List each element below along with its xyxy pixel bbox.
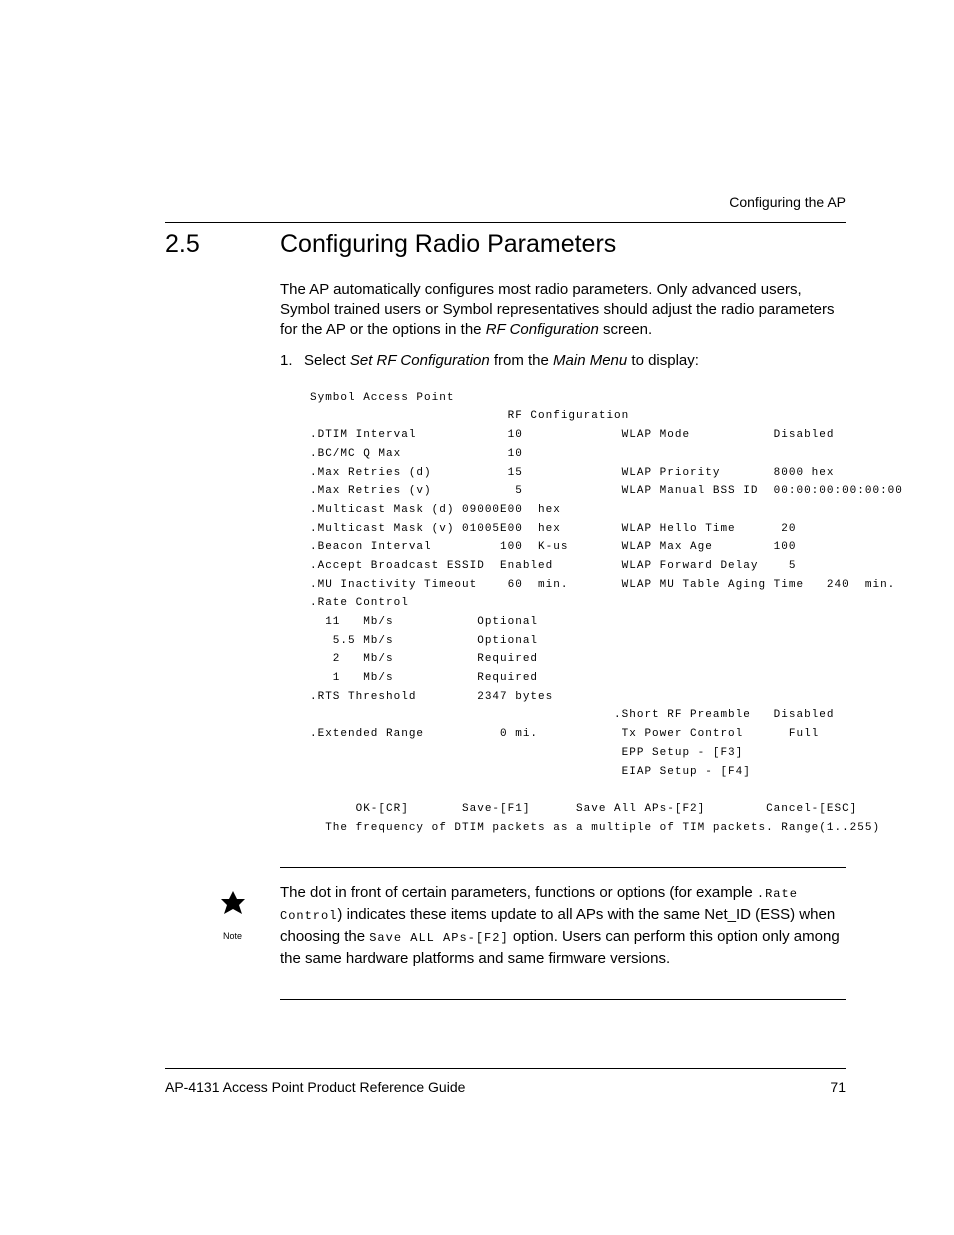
screen-line: .Multicast Mask (d) 09000E00 hex	[310, 504, 561, 516]
note-text: The dot in front of certain parameters, …	[280, 882, 846, 969]
step-1: 1.Select Set RF Configuration from the M…	[280, 351, 846, 371]
note-label: Note	[185, 931, 280, 941]
note-text-a: The dot in front of certain parameters, …	[280, 884, 757, 901]
step-em-1: Set RF Configuration	[350, 352, 490, 369]
screen-line: EPP Setup - [F3]	[310, 747, 743, 759]
screen-line: .Rate Control	[310, 597, 409, 609]
step-text-b: from the	[490, 352, 553, 369]
screen-line: .Extended Range 0 mi. Tx Power Control F…	[310, 728, 819, 740]
page: Configuring the AP 2.5Configuring Radio …	[0, 0, 954, 1235]
note-top-rule	[280, 867, 846, 868]
section-title: Configuring Radio Parameters	[280, 230, 616, 258]
screen-line: OK-[CR] Save-[F1] Save All APs-[F2] Canc…	[310, 803, 857, 815]
section-heading: 2.5Configuring Radio Parameters	[165, 230, 846, 259]
step-text-a: Select	[304, 352, 350, 369]
header-rule	[165, 222, 846, 223]
screen-line: Symbol Access Point	[310, 392, 454, 404]
page-number: 71	[830, 1079, 846, 1095]
screen-line: .RTS Threshold 2347 bytes	[310, 691, 553, 703]
page-footer: AP-4131 Access Point Product Reference G…	[165, 1068, 846, 1095]
screen-line: .DTIM Interval 10 WLAP Mode Disabled	[310, 429, 834, 441]
screen-line: .Multicast Mask (v) 01005E00 hex WLAP He…	[310, 523, 796, 535]
note-mono-2: Save ALL APs-[F2]	[369, 931, 508, 945]
screen-line: .Short RF Preamble Disabled	[310, 709, 834, 721]
step-number: 1.	[280, 351, 304, 371]
screen-line: .Accept Broadcast ESSID Enabled WLAP For…	[310, 560, 796, 572]
intro-paragraph: The AP automatically configures most rad…	[280, 280, 846, 341]
intro-text-b: screen.	[599, 321, 652, 338]
screen-line: 2 Mb/s Required	[310, 653, 538, 665]
note-icon	[215, 888, 251, 924]
note-bottom-rule	[280, 999, 846, 1000]
screen-line: EIAP Setup - [F4]	[310, 766, 751, 778]
note-block: Note The dot in front of certain paramet…	[185, 882, 846, 969]
screen-line: .Max Retries (v) 5 WLAP Manual BSS ID 00…	[310, 485, 903, 497]
screen-line: 5.5 Mb/s Optional	[310, 635, 538, 647]
intro-em: RF Configuration	[486, 321, 599, 338]
footer-left: AP-4131 Access Point Product Reference G…	[165, 1079, 465, 1095]
screen-line: .BC/MC Q Max 10	[310, 448, 523, 460]
section-number: 2.5	[165, 230, 280, 259]
note-icon-column: Note	[185, 882, 280, 969]
screen-line: .Beacon Interval 100 K-us WLAP Max Age 1…	[310, 541, 796, 553]
running-header: Configuring the AP	[729, 194, 846, 210]
screen-line: 1 Mb/s Required	[310, 672, 538, 684]
screen-line: .Max Retries (d) 15 WLAP Priority 8000 h…	[310, 467, 834, 479]
screen-line: The frequency of DTIM packets as a multi…	[310, 822, 880, 834]
terminal-screen: Symbol Access Point RF Configuration .DT…	[310, 389, 846, 838]
screen-line: RF Configuration	[310, 410, 629, 422]
screen-line: .MU Inactivity Timeout 60 min. WLAP MU T…	[310, 579, 895, 591]
step-text-c: to display:	[627, 352, 699, 369]
screen-line: 11 Mb/s Optional	[310, 616, 538, 628]
step-em-2: Main Menu	[553, 352, 627, 369]
